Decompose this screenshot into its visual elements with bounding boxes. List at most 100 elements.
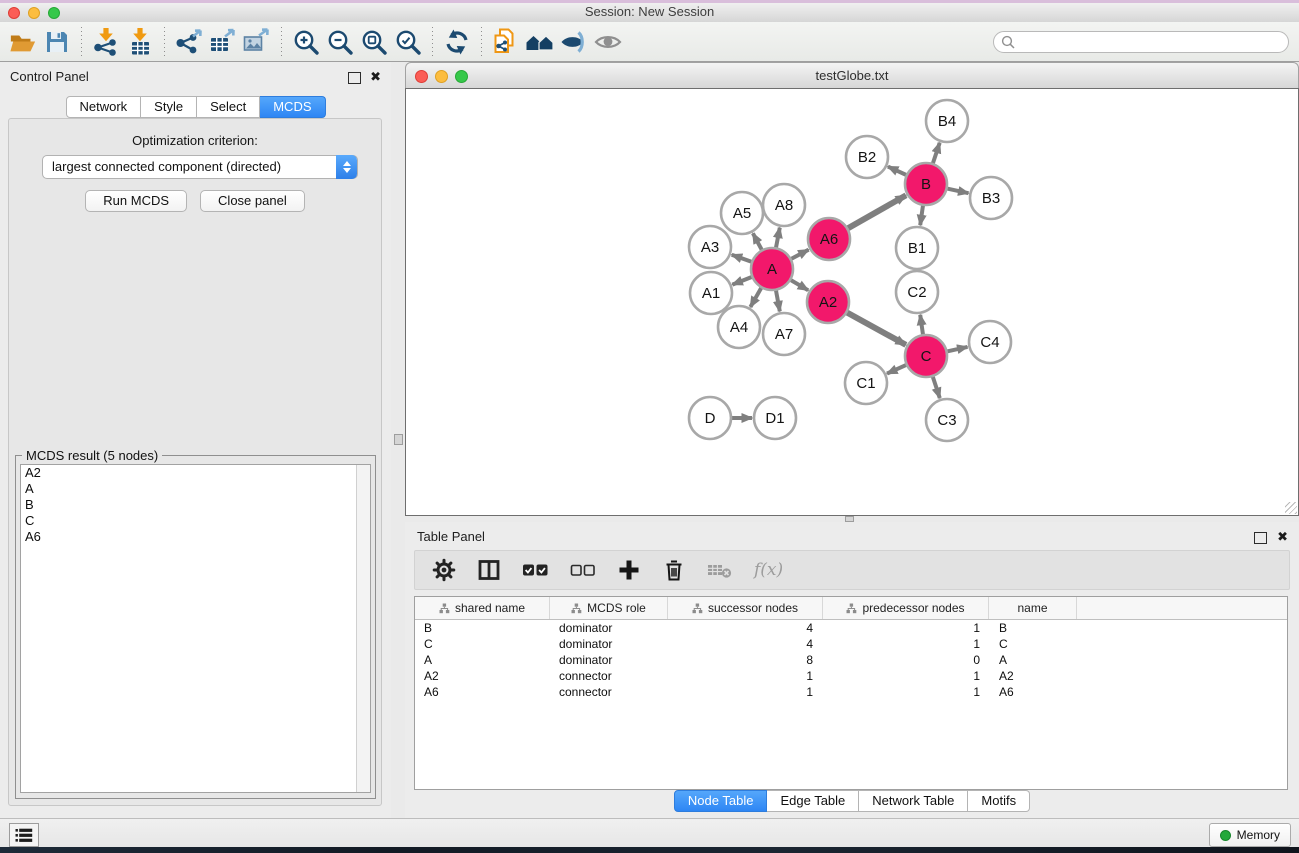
graph-edge-A6-B[interactable]: [845, 195, 906, 230]
cell-predecessor-nodes[interactable]: 1: [823, 637, 989, 651]
tab-style[interactable]: Style: [141, 96, 197, 118]
graph-node-C1[interactable]: C1: [845, 362, 887, 404]
cell-mcds-role[interactable]: connector: [550, 685, 668, 699]
graph-node-A8[interactable]: A8: [763, 184, 805, 226]
graph-node-C2[interactable]: C2: [896, 271, 938, 313]
cell-name[interactable]: A: [989, 653, 1077, 667]
cell-successor-nodes[interactable]: 8: [668, 653, 823, 667]
close-panel-icon[interactable]: ✖: [1277, 529, 1288, 545]
graph-node-A2[interactable]: A2: [807, 281, 849, 323]
export-table-button[interactable]: [206, 25, 240, 59]
graph-node-A[interactable]: A: [751, 248, 793, 290]
graph-node-A4[interactable]: A4: [718, 306, 760, 348]
cell-mcds-role[interactable]: connector: [550, 669, 668, 683]
network-canvas[interactable]: A5A8A3AA1A4A7A6A2BB2B4B3B1C2CC4C1C3DD1: [405, 88, 1299, 516]
table-row[interactable]: C dominator 4 1 C: [415, 636, 1287, 652]
delete-table-button[interactable]: [707, 560, 733, 580]
cell-predecessor-nodes[interactable]: 0: [823, 653, 989, 667]
cell-predecessor-nodes[interactable]: 1: [823, 685, 989, 699]
result-item[interactable]: B: [21, 497, 370, 513]
result-list-scrollbar[interactable]: [356, 465, 370, 792]
graph-node-B3[interactable]: B3: [970, 177, 1012, 219]
cell-mcds-role[interactable]: dominator: [550, 653, 668, 667]
graph-node-B2[interactable]: B2: [846, 136, 888, 178]
cell-successor-nodes[interactable]: 4: [668, 637, 823, 651]
graph-node-A7[interactable]: A7: [763, 313, 805, 355]
clone-network-button[interactable]: [489, 25, 523, 59]
graph-node-C4[interactable]: C4: [969, 321, 1011, 363]
cell-shared-name[interactable]: A: [415, 653, 550, 667]
graph-node-B4[interactable]: B4: [926, 100, 968, 142]
float-panel-icon[interactable]: [348, 72, 361, 84]
cell-mcds-role[interactable]: dominator: [550, 637, 668, 651]
cell-mcds-role[interactable]: dominator: [550, 621, 668, 635]
cell-shared-name[interactable]: B: [415, 621, 550, 635]
cell-name[interactable]: C: [989, 637, 1077, 651]
result-item[interactable]: A: [21, 481, 370, 497]
vertical-split-divider[interactable]: [391, 62, 405, 818]
export-image-button[interactable]: [240, 25, 274, 59]
zoom-out-button[interactable]: [323, 25, 357, 59]
export-network-button[interactable]: [172, 25, 206, 59]
tab-network-table[interactable]: Network Table: [859, 790, 968, 812]
run-mcds-button[interactable]: Run MCDS: [85, 190, 187, 212]
tab-node-table[interactable]: Node Table: [674, 790, 768, 812]
resize-grip[interactable]: [1285, 502, 1297, 514]
graph-node-C[interactable]: C: [905, 335, 947, 377]
tab-select[interactable]: Select: [197, 96, 260, 118]
import-network-button[interactable]: [89, 25, 123, 59]
graph-node-C3[interactable]: C3: [926, 399, 968, 441]
graph-edge-A2-C[interactable]: [844, 311, 906, 345]
graph-node-A3[interactable]: A3: [689, 226, 731, 268]
hide-selected-button[interactable]: [557, 25, 591, 59]
cell-predecessor-nodes[interactable]: 1: [823, 621, 989, 635]
graph-node-B[interactable]: B: [905, 163, 947, 205]
cell-shared-name[interactable]: C: [415, 637, 550, 651]
graph-node-B1[interactable]: B1: [896, 227, 938, 269]
graph-node-D[interactable]: D: [689, 397, 731, 439]
table-row[interactable]: A dominator 8 0 A: [415, 652, 1287, 668]
float-panel-icon[interactable]: [1254, 532, 1267, 544]
task-history-button[interactable]: [9, 823, 39, 847]
table-row[interactable]: A6 connector 1 1 A6: [415, 684, 1287, 700]
save-session-button[interactable]: [40, 25, 74, 59]
optimization-criterion-dropdown[interactable]: largest connected component (directed): [42, 155, 358, 179]
zoom-selected-button[interactable]: [391, 25, 425, 59]
zoom-in-button[interactable]: [289, 25, 323, 59]
graph-node-A5[interactable]: A5: [721, 192, 763, 234]
unselect-all-button[interactable]: [570, 560, 596, 580]
column-settings-button[interactable]: [432, 558, 456, 582]
function-builder-button[interactable]: f(x): [754, 560, 783, 580]
tab-mcds[interactable]: MCDS: [260, 96, 325, 118]
column-header-shared-name[interactable]: shared name: [415, 597, 550, 619]
memory-button[interactable]: Memory: [1209, 823, 1291, 847]
cell-name[interactable]: A6: [989, 685, 1077, 699]
cell-predecessor-nodes[interactable]: 1: [823, 669, 989, 683]
tab-motifs[interactable]: Motifs: [968, 790, 1030, 812]
divider-handle[interactable]: [394, 434, 403, 445]
cell-name[interactable]: A2: [989, 669, 1077, 683]
graph-node-A6[interactable]: A6: [808, 218, 850, 260]
zoom-fit-button[interactable]: [357, 25, 391, 59]
result-item[interactable]: A6: [21, 529, 370, 545]
result-item[interactable]: C: [21, 513, 370, 529]
graph-node-D1[interactable]: D1: [754, 397, 796, 439]
show-all-button[interactable]: [591, 25, 625, 59]
add-column-button[interactable]: [617, 558, 641, 582]
cell-shared-name[interactable]: A2: [415, 669, 550, 683]
import-table-button[interactable]: [123, 25, 157, 59]
search-input[interactable]: [993, 31, 1289, 53]
show-columns-button[interactable]: [477, 558, 501, 582]
neighborhood-button[interactable]: [523, 25, 557, 59]
column-header-name[interactable]: name: [989, 597, 1077, 619]
table-row[interactable]: A2 connector 1 1 A2: [415, 668, 1287, 684]
cell-successor-nodes[interactable]: 1: [668, 669, 823, 683]
table-row[interactable]: B dominator 4 1 B: [415, 620, 1287, 636]
cell-shared-name[interactable]: A6: [415, 685, 550, 699]
cell-successor-nodes[interactable]: 1: [668, 685, 823, 699]
cell-successor-nodes[interactable]: 4: [668, 621, 823, 635]
close-panel-button[interactable]: Close panel: [200, 190, 305, 212]
column-header-mcds-role[interactable]: MCDS role: [550, 597, 668, 619]
cell-name[interactable]: B: [989, 621, 1077, 635]
column-header-predecessor-nodes[interactable]: predecessor nodes: [823, 597, 989, 619]
